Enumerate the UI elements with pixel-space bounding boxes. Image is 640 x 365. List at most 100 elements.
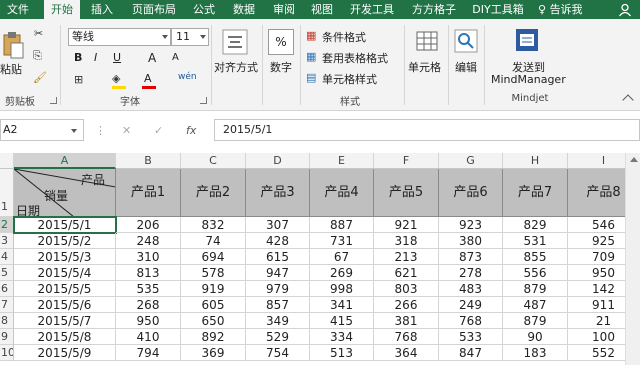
value-cell[interactable]: 813 <box>116 265 181 281</box>
cut-icon[interactable]: ✂ <box>34 27 43 40</box>
format-painter-icon[interactable]: 🖌 <box>33 71 47 84</box>
column-header-h[interactable]: H <box>503 153 568 169</box>
row-header-9[interactable]: 9 <box>0 329 14 345</box>
fill-color-icon[interactable]: ◈ <box>112 72 120 85</box>
value-cell[interactable]: 90 <box>503 329 568 345</box>
tab-fangfang[interactable]: 方方格子 <box>406 0 462 19</box>
value-cell[interactable]: 947 <box>246 265 310 281</box>
value-cell[interactable]: 206 <box>116 217 181 233</box>
value-cell[interactable]: 855 <box>503 249 568 265</box>
column-header-d[interactable]: D <box>246 153 310 169</box>
date-cell[interactable]: 2015/5/7 <box>14 313 116 329</box>
cancel-icon[interactable]: ✕ <box>122 124 131 137</box>
user-icon[interactable] <box>618 3 632 17</box>
value-cell[interactable]: 847 <box>439 345 503 361</box>
insert-function-icon[interactable]: fx <box>186 124 196 137</box>
value-cell[interactable]: 768 <box>374 329 439 345</box>
value-cell[interactable]: 415 <box>310 313 374 329</box>
tab-data[interactable]: 数据 <box>226 0 262 19</box>
value-cell[interactable]: 410 <box>116 329 181 345</box>
value-cell[interactable]: 650 <box>181 313 246 329</box>
grow-font-button[interactable]: A <box>148 51 156 65</box>
column-header-b[interactable]: B <box>116 153 181 169</box>
value-cell[interactable]: 998 <box>310 281 374 297</box>
mindmanager-icon[interactable] <box>514 27 540 53</box>
editing-button[interactable]: 编辑 <box>455 59 477 75</box>
row-header-10[interactable]: 10 <box>0 345 14 361</box>
value-cell[interactable]: 621 <box>374 265 439 281</box>
row-header-2[interactable]: 2 <box>0 217 14 233</box>
row-header-8[interactable]: 8 <box>0 313 14 329</box>
value-cell[interactable]: 754 <box>246 345 310 361</box>
font-size-combobox[interactable]: 11 <box>171 28 209 46</box>
value-cell[interactable]: 768 <box>439 313 503 329</box>
product-header-cell[interactable]: 产品4 <box>310 169 374 217</box>
row-header-3[interactable]: 3 <box>0 233 14 249</box>
name-box[interactable]: A2 <box>0 119 84 141</box>
tell-me-box[interactable]: ♀ 告诉我 <box>538 0 583 19</box>
column-header-c[interactable]: C <box>181 153 246 169</box>
value-cell[interactable]: 380 <box>439 233 503 249</box>
search-icon[interactable] <box>454 29 478 53</box>
borders-icon[interactable]: ⊞ <box>74 73 83 86</box>
tab-view[interactable]: 视图 <box>304 0 340 19</box>
tab-diy-toolbox[interactable]: DIY工具箱 <box>466 0 530 19</box>
tab-home[interactable]: 开始 <box>44 0 80 20</box>
date-cell[interactable]: 2015/5/3 <box>14 249 116 265</box>
font-color-button[interactable]: A <box>144 72 152 85</box>
value-cell[interactable]: 529 <box>246 329 310 345</box>
value-cell[interactable]: 67 <box>310 249 374 265</box>
product-header-cell[interactable]: 产品2 <box>181 169 246 217</box>
value-cell[interactable]: 605 <box>181 297 246 313</box>
date-cell[interactable]: 2015/5/4 <box>14 265 116 281</box>
number-button[interactable]: 数字 <box>270 59 292 75</box>
value-cell[interactable]: 213 <box>374 249 439 265</box>
underline-button[interactable]: U <box>113 51 121 64</box>
value-cell[interactable]: 381 <box>374 313 439 329</box>
value-cell[interactable]: 578 <box>181 265 246 281</box>
date-cell[interactable]: 2015/5/6 <box>14 297 116 313</box>
paste-icon[interactable] <box>2 31 24 59</box>
value-cell[interactable]: 278 <box>439 265 503 281</box>
tab-insert[interactable]: 插入 <box>84 0 120 19</box>
mindmanager-label[interactable]: MindManager <box>491 73 566 86</box>
date-cell[interactable]: 2015/5/8 <box>14 329 116 345</box>
value-cell[interactable]: 950 <box>116 313 181 329</box>
select-all-corner[interactable] <box>0 153 14 169</box>
tab-page-layout[interactable]: 页面布局 <box>126 0 182 19</box>
product-header-cell[interactable]: 产品5 <box>374 169 439 217</box>
value-cell[interactable]: 694 <box>181 249 246 265</box>
date-cell[interactable]: 2015/5/5 <box>14 281 116 297</box>
value-cell[interactable]: 923 <box>439 217 503 233</box>
table-format-button[interactable]: 套用表格格式 <box>322 50 388 66</box>
column-header-g[interactable]: G <box>439 153 503 169</box>
value-cell[interactable]: 803 <box>374 281 439 297</box>
value-cell[interactable]: 892 <box>181 329 246 345</box>
product-header-cell[interactable]: 产品7 <box>503 169 568 217</box>
tab-developer[interactable]: 开发工具 <box>344 0 400 19</box>
value-cell[interactable]: 873 <box>439 249 503 265</box>
value-cell[interactable]: 364 <box>374 345 439 361</box>
value-cell[interactable]: 887 <box>310 217 374 233</box>
value-cell[interactable]: 487 <box>503 297 568 313</box>
row-header-1[interactable]: 1 <box>0 169 14 217</box>
value-cell[interactable]: 879 <box>503 313 568 329</box>
value-cell[interactable]: 533 <box>439 329 503 345</box>
scroll-up-icon[interactable] <box>630 157 638 162</box>
value-cell[interactable]: 307 <box>246 217 310 233</box>
value-cell[interactable]: 334 <box>310 329 374 345</box>
row-header-6[interactable]: 6 <box>0 281 14 297</box>
date-cell[interactable]: 2015/5/9 <box>14 345 116 361</box>
tab-formulas[interactable]: 公式 <box>186 0 222 19</box>
value-cell[interactable]: 74 <box>181 233 246 249</box>
date-cell[interactable]: 2015/5/1 <box>13 216 117 234</box>
value-cell[interactable]: 531 <box>503 233 568 249</box>
value-cell[interactable]: 879 <box>503 281 568 297</box>
enter-icon[interactable]: ✓ <box>154 124 163 137</box>
product-header-cell[interactable]: 产品6 <box>439 169 503 217</box>
conditional-format-button[interactable]: 条件格式 <box>322 29 366 45</box>
collapse-ribbon-icon[interactable] <box>622 94 634 106</box>
value-cell[interactable]: 349 <box>246 313 310 329</box>
column-header-e[interactable]: E <box>310 153 374 169</box>
value-cell[interactable]: 919 <box>181 281 246 297</box>
